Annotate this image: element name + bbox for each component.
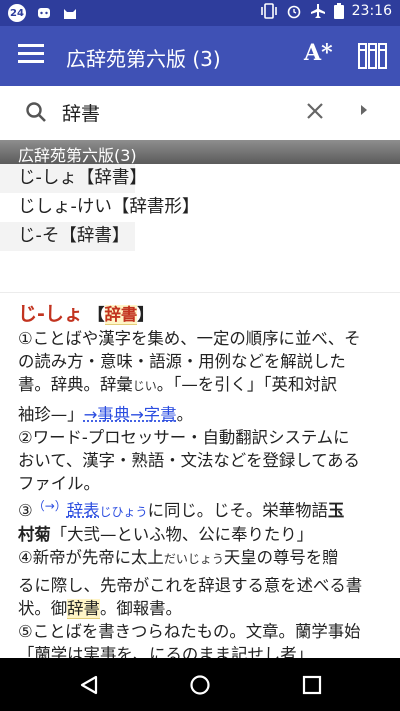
entry-line: るに際し、先帝がこれを辞退する意を述べる書 (18, 576, 363, 595)
search-icon (26, 102, 46, 122)
battery-icon (333, 3, 344, 19)
results-header: 広辞苑第六版(3) (0, 140, 400, 165)
entry-bold: 村菊 (18, 525, 51, 544)
entry-text: 天皇の尊号を贈 (223, 548, 339, 567)
reading: じひょう (99, 505, 148, 519)
reading: じい (132, 379, 157, 393)
entry-line: の読み方・意味・語源・用例などを解説した (18, 352, 346, 371)
entry-text: 。御報書。 (99, 599, 182, 618)
entry-line: おいて、漢字・熟語・文法などを登録してある (18, 451, 360, 470)
entry-kanji-close: 】 (137, 305, 154, 324)
list-item[interactable]: じしょ-けい【辞書形】 (0, 193, 220, 222)
reading: だいじょう (163, 552, 224, 566)
notification-badge: 24 (8, 4, 26, 22)
entry-text: ③ (18, 501, 33, 520)
entry-text: に同じ。じそ。栄華物語 (147, 501, 328, 520)
entry-line: ②ワード-プロセッサー・自動翻訳システムに (18, 428, 350, 447)
entry-headword: じ-しょ (18, 303, 83, 325)
recent-apps-icon[interactable] (302, 675, 322, 695)
dictionaries-icon[interactable] (358, 42, 388, 70)
results-header-label: 広辞苑第六版(3) (18, 146, 137, 165)
list-item[interactable]: じ-そ【辞書】 (0, 222, 135, 251)
entry-line: ⑤ことばを書きつらねたもの。文章。蘭学事始 (18, 622, 361, 641)
cross-reference-link[interactable]: →事典 (84, 405, 131, 424)
vibrate-icon (260, 3, 277, 19)
menu-button[interactable] (18, 44, 44, 68)
highlighted-term: 辞書 (67, 599, 100, 619)
list-item[interactable]: じ-しょ【辞書】 (0, 164, 147, 193)
divider (0, 292, 400, 293)
airplane-icon (310, 4, 325, 18)
entry-text: ④新帝が先帝に太上 (18, 548, 164, 567)
search-input[interactable] (62, 99, 292, 125)
alarm-icon (287, 5, 300, 19)
font-size-button[interactable]: A* (304, 40, 333, 66)
status-bar: 24 23:16 (0, 0, 400, 26)
play-arrow-icon[interactable] (358, 104, 370, 116)
entry-content: じ-しょ 【辞書】 ①ことばや漢字を集め、一定の順序に並べ、そ の読み方・意味・… (18, 303, 388, 666)
cat-icon (64, 9, 76, 19)
arrow-link[interactable]: （→） (33, 499, 67, 513)
entry-line: ①ことばや漢字を集め、一定の順序に並べ、そ (18, 329, 361, 348)
navigation-bar (0, 658, 400, 711)
entry-bold: 玉 (327, 501, 345, 520)
app-bar: 広辞苑第六版 (3) A* (0, 26, 400, 86)
status-time: 23:16 (351, 3, 392, 19)
cross-reference-link[interactable]: →字書 (130, 405, 177, 424)
entry-text: 袖珍—」 (18, 405, 84, 424)
cross-reference-link[interactable]: 辞表 (67, 501, 100, 520)
app-title: 広辞苑第六版 (3) (66, 47, 221, 71)
results-list: じ-しょ【辞書】 じしょ-けい【辞書形】 じ-そ【辞書】 (0, 164, 400, 251)
entry-text: 書。辞典。辞彙 (18, 375, 133, 394)
entry-kanji: 辞書 (104, 305, 138, 325)
home-icon[interactable] (189, 674, 211, 696)
android-icon (38, 8, 50, 18)
entry-line: ファイル。 (18, 474, 100, 493)
entry-text: 。「—を引く」「英和対訳 (156, 375, 338, 394)
menu-icon (18, 44, 44, 47)
entry-text: 状。御 (18, 599, 68, 618)
back-icon[interactable] (78, 674, 100, 696)
clear-icon[interactable] (304, 100, 326, 122)
entry-text: 「大弐—といふ物、公に奉りたり」 (50, 525, 314, 544)
entry-kanji-open: 【 (88, 305, 105, 324)
entry-text: 。 (176, 405, 193, 424)
search-bar (0, 86, 400, 138)
